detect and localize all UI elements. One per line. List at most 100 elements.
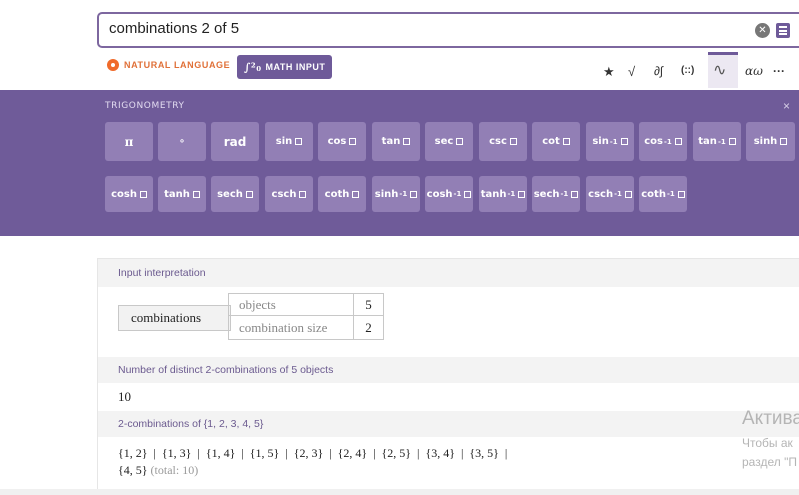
key-rad[interactable]: rad bbox=[211, 122, 259, 161]
key-tanh[interactable]: tanh bbox=[158, 176, 206, 212]
key-arctanh[interactable]: tanh -1 bbox=[479, 176, 527, 212]
placeholder-box bbox=[464, 190, 472, 198]
key-label: sin bbox=[275, 136, 293, 147]
key-label: tan bbox=[698, 136, 717, 147]
size-label: combination size bbox=[228, 315, 354, 340]
input-mode-bar: NATURAL LANGUAGE ∫²₀ MATH INPUT ★ √ ∂∫ (… bbox=[97, 52, 799, 88]
key-sec[interactable]: sec bbox=[425, 122, 473, 161]
key-label: cos bbox=[327, 136, 347, 147]
key-pi[interactable]: π bbox=[105, 122, 153, 161]
placeholder-box bbox=[403, 138, 411, 145]
key-label: coth bbox=[324, 188, 350, 200]
key-label: sech bbox=[217, 188, 243, 200]
natural-language-label: NATURAL LANGUAGE bbox=[124, 60, 231, 70]
key-arctan[interactable]: tan -1 bbox=[693, 122, 741, 161]
menu-icon[interactable] bbox=[776, 23, 790, 38]
key-label: cos bbox=[644, 136, 663, 147]
placeholder-box bbox=[349, 138, 357, 145]
key-label: sin bbox=[592, 136, 609, 147]
bottom-strip bbox=[0, 489, 799, 495]
objects-label: objects bbox=[228, 293, 354, 316]
key-sech[interactable]: sech bbox=[211, 176, 259, 212]
placeholder-box bbox=[295, 138, 303, 145]
placeholder-box bbox=[518, 190, 526, 198]
combinations-total: (total: 10) bbox=[150, 463, 199, 477]
key-label: coth bbox=[641, 188, 666, 200]
placeholder-box bbox=[299, 190, 307, 198]
close-icon[interactable]: × bbox=[783, 99, 790, 113]
more-icon[interactable]: ··· bbox=[773, 64, 785, 78]
key-label: cosh bbox=[111, 188, 137, 200]
combinations-list: {1, 2} | {1, 3} | {1, 4} | {1, 5} | {2, … bbox=[98, 437, 799, 487]
key-label: csch bbox=[588, 188, 614, 200]
key-label: sech bbox=[533, 188, 560, 200]
count-value: 10 bbox=[98, 383, 799, 411]
key-arccosh[interactable]: cosh -1 bbox=[425, 176, 473, 212]
search-box[interactable]: ✕ bbox=[97, 12, 799, 48]
gear-icon bbox=[107, 59, 119, 71]
key-cot[interactable]: cot bbox=[532, 122, 580, 161]
placeholder-box bbox=[674, 138, 682, 145]
size-value: 2 bbox=[353, 315, 384, 340]
sqrt-icon[interactable]: √ bbox=[628, 64, 635, 79]
results-panel: Input interpretation combinations object… bbox=[97, 258, 799, 495]
star-icon[interactable]: ★ bbox=[603, 64, 615, 80]
key-label: π bbox=[124, 134, 134, 149]
placeholder-box bbox=[624, 190, 632, 198]
placeholder-box bbox=[780, 138, 788, 145]
key-label: csc bbox=[489, 136, 507, 147]
key-label: sec bbox=[434, 136, 454, 147]
placeholder-box bbox=[245, 190, 253, 198]
matrix-icon[interactable]: (::) bbox=[681, 65, 694, 76]
key-label: csch bbox=[271, 188, 297, 200]
key-label: cosh bbox=[426, 188, 453, 200]
key-cosh[interactable]: cosh bbox=[105, 176, 153, 212]
key-label: sinh bbox=[374, 188, 399, 200]
combinations-line-2: {4, 5} bbox=[118, 463, 148, 477]
placeholder-box bbox=[410, 190, 418, 198]
placeholder-box bbox=[456, 138, 464, 145]
activation-watermark-line2: раздел "П bbox=[742, 455, 797, 469]
key-tan[interactable]: tan bbox=[372, 122, 420, 161]
key-arccsch[interactable]: csch -1 bbox=[586, 176, 634, 212]
key-sinh[interactable]: sinh bbox=[746, 122, 795, 161]
key-coth[interactable]: coth bbox=[318, 176, 366, 212]
trig-icon[interactable]: ∿ bbox=[713, 60, 726, 80]
pod-header-count: Number of distinct 2-combinations of 5 o… bbox=[98, 357, 799, 383]
key-label: cot bbox=[542, 136, 560, 147]
placeholder-box bbox=[620, 138, 628, 145]
pod-input-interpretation: combinations objects 5 combination size … bbox=[98, 287, 799, 357]
key-label: sinh bbox=[753, 136, 778, 147]
key-arcsin[interactable]: sin -1 bbox=[586, 122, 634, 161]
key-label: ∘ bbox=[178, 136, 186, 147]
integral-icon: ∫²₀ bbox=[244, 60, 262, 74]
palette-title: TRIGONOMETRY bbox=[105, 101, 185, 111]
placeholder-box bbox=[352, 190, 360, 198]
key-label: tanh bbox=[164, 188, 190, 200]
search-input[interactable] bbox=[109, 20, 709, 37]
key-label: rad bbox=[223, 134, 247, 149]
pod-header-input-interpretation: Input interpretation bbox=[98, 259, 799, 287]
combinations-line-1: {1, 2} | {1, 3} | {1, 4} | {1, 5} | {2, … bbox=[118, 446, 508, 460]
placeholder-box bbox=[509, 138, 517, 145]
key-csch[interactable]: csch bbox=[265, 176, 313, 212]
trig-palette: TRIGONOMETRY × π ∘ rad sin cos tan sec c… bbox=[0, 90, 799, 236]
clear-icon[interactable]: ✕ bbox=[755, 23, 770, 38]
math-input-button[interactable]: ∫²₀ MATH INPUT bbox=[237, 55, 333, 79]
key-degree[interactable]: ∘ bbox=[158, 122, 206, 161]
key-arccos[interactable]: cos -1 bbox=[639, 122, 687, 161]
calculus-icon[interactable]: ∂∫ bbox=[654, 64, 663, 78]
key-label: tanh bbox=[480, 188, 507, 200]
greek-icon[interactable]: αω bbox=[745, 64, 763, 78]
key-arccoth[interactable]: coth -1 bbox=[639, 176, 687, 212]
key-arcsinh[interactable]: sinh -1 bbox=[372, 176, 420, 212]
placeholder-box bbox=[571, 190, 579, 198]
key-sin[interactable]: sin bbox=[265, 122, 313, 161]
math-input-label: MATH INPUT bbox=[265, 62, 326, 72]
natural-language-button[interactable]: NATURAL LANGUAGE bbox=[107, 59, 230, 71]
placeholder-box bbox=[677, 190, 685, 198]
key-arcsech[interactable]: sech -1 bbox=[532, 176, 580, 212]
key-cos[interactable]: cos bbox=[318, 122, 366, 161]
placeholder-box bbox=[562, 138, 570, 145]
key-csc[interactable]: csc bbox=[479, 122, 527, 161]
